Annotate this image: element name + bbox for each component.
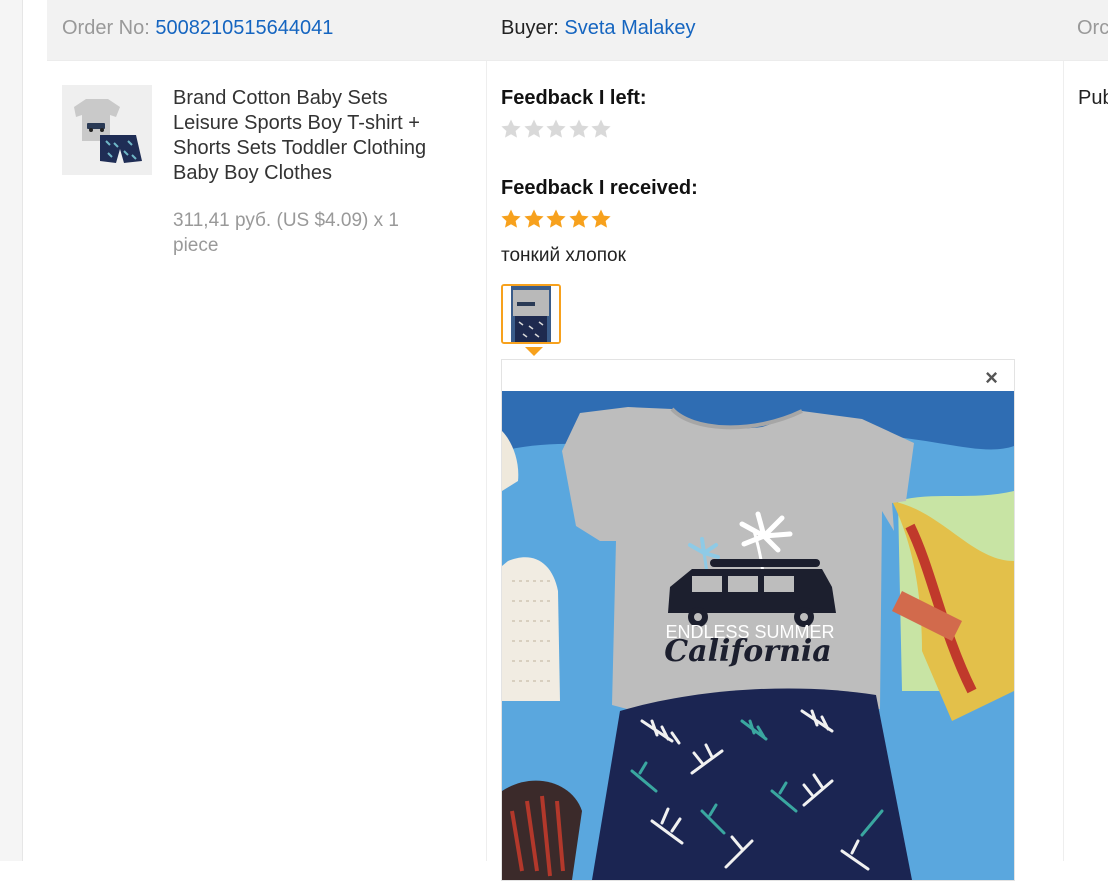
order-number: Order No: 5008210515644041 (62, 17, 333, 40)
feedback-photo-large: ENDLESS SUMMER California (502, 391, 1014, 880)
buyer: Buyer: Sveta Malakey (501, 17, 696, 40)
order-number-label: Order No: (62, 17, 150, 39)
star-filled-icon (591, 209, 611, 228)
star-empty-icon (546, 119, 566, 138)
star-empty-icon (523, 119, 544, 138)
product-thumbnail-image (62, 85, 152, 175)
feedback-photo-thumbnail-image (503, 286, 559, 342)
order-header: Order No: 5008210515644041 Buyer: Sveta … (47, 0, 1108, 61)
column-divider (1063, 61, 1064, 861)
star-empty-icon (501, 119, 521, 138)
buyer-name-link[interactable]: Sveta Malakey (564, 17, 695, 39)
order-number-link[interactable]: 5008210515644041 (155, 17, 333, 39)
star-empty-icon (591, 119, 611, 138)
star-empty-icon (568, 119, 589, 138)
buyer-label: Buyer: (501, 17, 559, 39)
star-filled-icon (501, 209, 521, 228)
star-filled-icon (568, 209, 589, 228)
feedback-photo-thumbnail[interactable] (501, 284, 561, 344)
order-header-extra: Orc (1077, 17, 1108, 39)
product-price: 311,41 руб. (US $4.09) x 1 piece (173, 210, 399, 256)
column3-text: Pub (1078, 87, 1108, 109)
feedback-received-stars (500, 208, 613, 232)
star-filled-icon (523, 209, 544, 228)
thumbnail-pointer (525, 347, 543, 356)
order-body: Brand Cotton Baby Sets Leisure Sports Bo… (47, 61, 1108, 881)
feedback-received-label: Feedback I received: (501, 177, 698, 199)
feedback-comment: тонкий хлопок (501, 245, 626, 266)
feedback-left-label: Feedback I left: (501, 87, 647, 109)
photo-viewer: × ENDLESS SUMMER California (501, 359, 1015, 881)
left-gutter (0, 0, 23, 861)
close-icon[interactable]: × (985, 366, 998, 390)
product-title-link[interactable]: Brand Cotton Baby Sets Leisure Sports Bo… (173, 86, 443, 186)
feedback-left-stars (500, 118, 613, 142)
star-filled-icon (546, 209, 566, 228)
product-thumbnail[interactable] (62, 85, 152, 175)
column-divider (486, 61, 487, 861)
photo-text-california: California (664, 634, 831, 669)
